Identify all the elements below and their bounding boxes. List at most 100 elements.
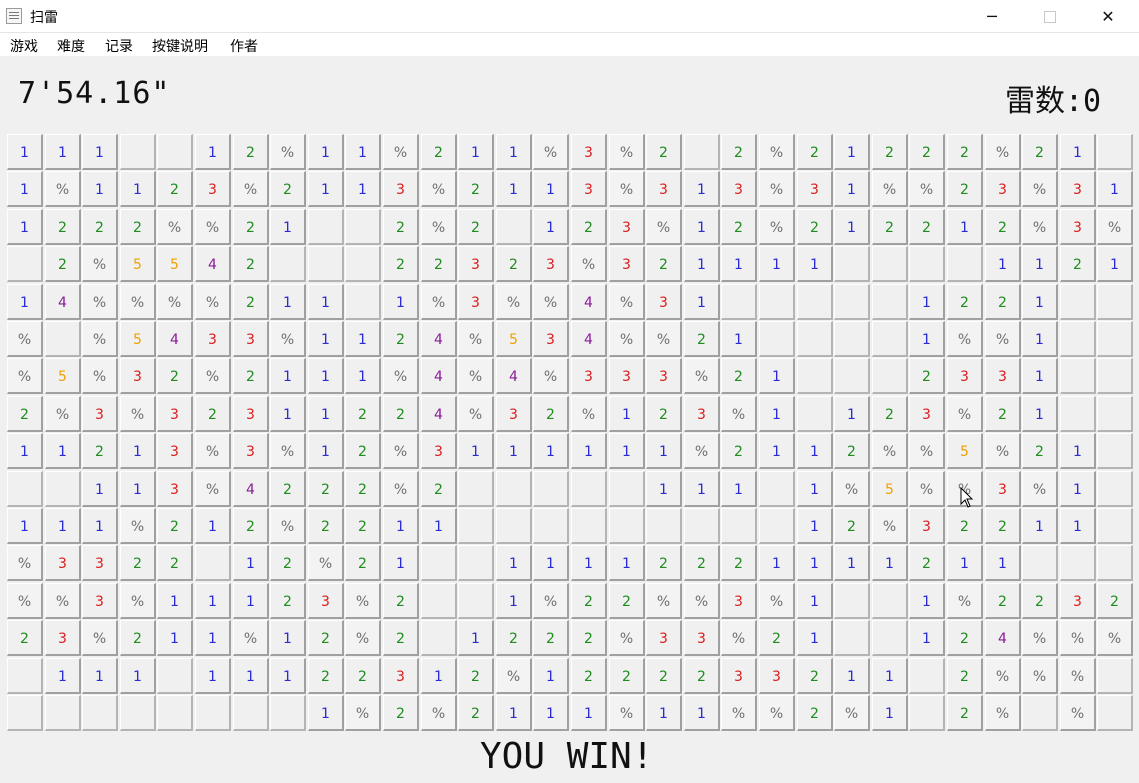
- empty-cell[interactable]: [1097, 695, 1133, 731]
- number-cell[interactable]: 2: [157, 358, 193, 394]
- mine-cell[interactable]: %: [195, 209, 231, 245]
- mine-cell[interactable]: %: [609, 321, 645, 357]
- number-cell[interactable]: 1: [759, 396, 795, 432]
- empty-cell[interactable]: [308, 209, 344, 245]
- number-cell[interactable]: 3: [496, 396, 532, 432]
- number-cell[interactable]: 5: [872, 471, 908, 507]
- empty-cell[interactable]: [421, 545, 457, 581]
- number-cell[interactable]: 1: [383, 545, 419, 581]
- menu-author[interactable]: 作者: [230, 36, 258, 56]
- number-cell[interactable]: 2: [270, 545, 306, 581]
- number-cell[interactable]: 2: [947, 171, 983, 207]
- number-cell[interactable]: 1: [82, 471, 118, 507]
- number-cell[interactable]: 2: [120, 209, 156, 245]
- mine-cell[interactable]: %: [421, 284, 457, 320]
- mine-cell[interactable]: %: [609, 695, 645, 731]
- mine-cell[interactable]: %: [82, 620, 118, 656]
- number-cell[interactable]: 3: [195, 321, 231, 357]
- empty-cell[interactable]: [45, 695, 81, 731]
- number-cell[interactable]: 3: [571, 134, 607, 170]
- mine-cell[interactable]: %: [421, 695, 457, 731]
- number-cell[interactable]: 3: [947, 358, 983, 394]
- number-cell[interactable]: 1: [195, 508, 231, 544]
- number-cell[interactable]: 1: [45, 508, 81, 544]
- mine-cell[interactable]: %: [609, 171, 645, 207]
- empty-cell[interactable]: [157, 658, 193, 694]
- number-cell[interactable]: 1: [759, 358, 795, 394]
- empty-cell[interactable]: [797, 284, 833, 320]
- mine-cell[interactable]: %: [1022, 471, 1058, 507]
- number-cell[interactable]: 1: [1022, 284, 1058, 320]
- mine-cell[interactable]: %: [985, 321, 1021, 357]
- mine-cell[interactable]: %: [345, 620, 381, 656]
- mine-cell[interactable]: %: [496, 284, 532, 320]
- mine-cell[interactable]: %: [458, 396, 494, 432]
- mine-cell[interactable]: %: [834, 695, 870, 731]
- empty-cell[interactable]: [1097, 471, 1133, 507]
- number-cell[interactable]: 1: [834, 171, 870, 207]
- mine-cell[interactable]: %: [759, 134, 795, 170]
- number-cell[interactable]: 1: [834, 134, 870, 170]
- mine-cell[interactable]: %: [1060, 620, 1096, 656]
- number-cell[interactable]: 2: [834, 508, 870, 544]
- number-cell[interactable]: 2: [646, 658, 682, 694]
- empty-cell[interactable]: [759, 471, 795, 507]
- number-cell[interactable]: 3: [421, 433, 457, 469]
- number-cell[interactable]: 2: [458, 171, 494, 207]
- number-cell[interactable]: 2: [421, 134, 457, 170]
- mine-cell[interactable]: %: [82, 358, 118, 394]
- number-cell[interactable]: 2: [985, 284, 1021, 320]
- mine-cell[interactable]: %: [721, 396, 757, 432]
- empty-cell[interactable]: [609, 508, 645, 544]
- empty-cell[interactable]: [721, 508, 757, 544]
- empty-cell[interactable]: [458, 545, 494, 581]
- number-cell[interactable]: 2: [571, 620, 607, 656]
- mine-cell[interactable]: %: [533, 358, 569, 394]
- number-cell[interactable]: 2: [1097, 583, 1133, 619]
- number-cell[interactable]: 2: [233, 508, 269, 544]
- empty-cell[interactable]: [797, 396, 833, 432]
- number-cell[interactable]: 1: [421, 508, 457, 544]
- mine-cell[interactable]: %: [7, 321, 43, 357]
- number-cell[interactable]: 1: [721, 471, 757, 507]
- number-cell[interactable]: 2: [721, 433, 757, 469]
- number-cell[interactable]: 2: [233, 209, 269, 245]
- number-cell[interactable]: 3: [721, 658, 757, 694]
- number-cell[interactable]: 3: [82, 396, 118, 432]
- number-cell[interactable]: 1: [45, 658, 81, 694]
- number-cell[interactable]: 2: [1060, 246, 1096, 282]
- number-cell[interactable]: 1: [496, 583, 532, 619]
- number-cell[interactable]: 4: [985, 620, 1021, 656]
- number-cell[interactable]: 2: [345, 433, 381, 469]
- number-cell[interactable]: 2: [82, 433, 118, 469]
- mine-cell[interactable]: %: [985, 658, 1021, 694]
- number-cell[interactable]: 1: [533, 695, 569, 731]
- number-cell[interactable]: 1: [1022, 246, 1058, 282]
- mine-cell[interactable]: %: [7, 583, 43, 619]
- empty-cell[interactable]: [120, 134, 156, 170]
- number-cell[interactable]: 2: [120, 620, 156, 656]
- empty-cell[interactable]: [909, 695, 945, 731]
- mine-cell[interactable]: %: [157, 284, 193, 320]
- number-cell[interactable]: 5: [947, 433, 983, 469]
- number-cell[interactable]: 1: [345, 321, 381, 357]
- number-cell[interactable]: 4: [233, 471, 269, 507]
- number-cell[interactable]: 1: [1060, 134, 1096, 170]
- number-cell[interactable]: 3: [646, 358, 682, 394]
- number-cell[interactable]: 1: [233, 545, 269, 581]
- number-cell[interactable]: 1: [157, 620, 193, 656]
- number-cell[interactable]: 2: [421, 471, 457, 507]
- number-cell[interactable]: 1: [1060, 471, 1096, 507]
- number-cell[interactable]: 1: [684, 284, 720, 320]
- number-cell[interactable]: 2: [345, 396, 381, 432]
- mine-cell[interactable]: %: [947, 396, 983, 432]
- number-cell[interactable]: 1: [383, 508, 419, 544]
- number-cell[interactable]: 2: [458, 658, 494, 694]
- number-cell[interactable]: 1: [233, 583, 269, 619]
- mine-cell[interactable]: %: [1097, 620, 1133, 656]
- mine-cell[interactable]: %: [759, 171, 795, 207]
- mine-cell[interactable]: %: [120, 396, 156, 432]
- empty-cell[interactable]: [195, 695, 231, 731]
- number-cell[interactable]: 1: [759, 545, 795, 581]
- empty-cell[interactable]: [1060, 321, 1096, 357]
